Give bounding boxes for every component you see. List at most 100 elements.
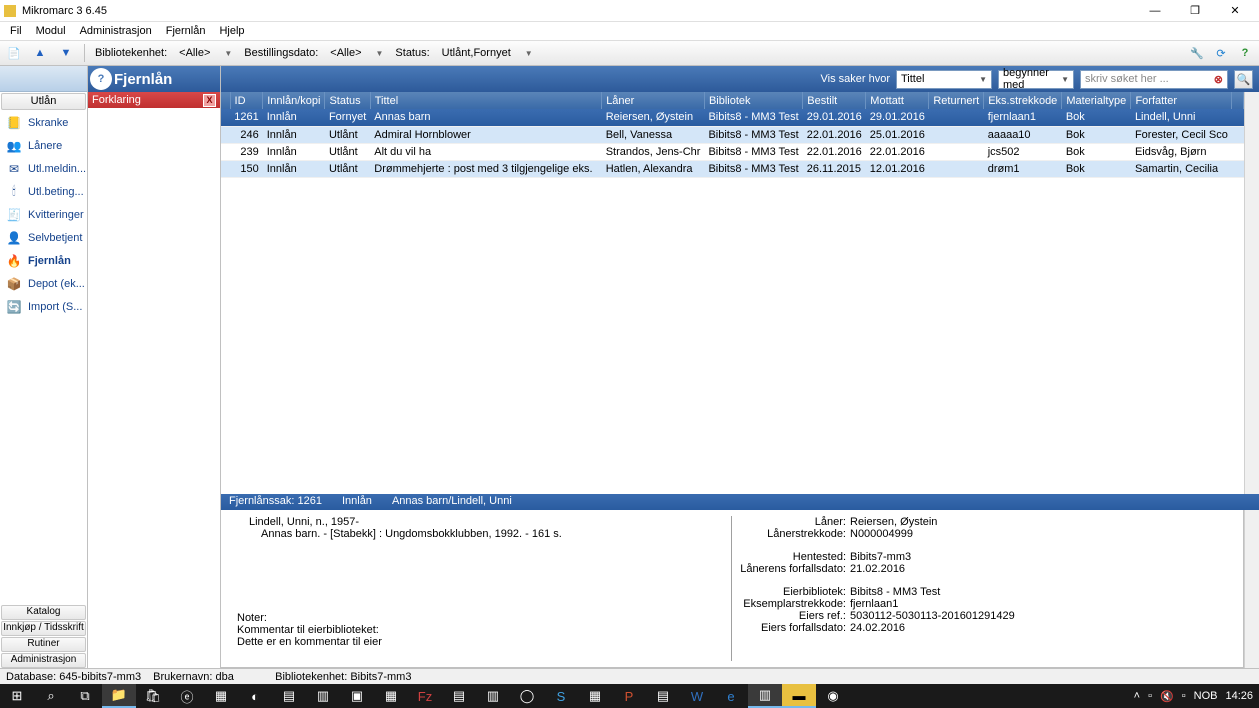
maximize-button[interactable]: ❐ [1175, 0, 1215, 22]
minimize-button[interactable]: — [1135, 0, 1175, 22]
search-input[interactable]: skriv søket her ...⊗ [1080, 70, 1228, 89]
tb-app9[interactable]: ▦ [578, 684, 612, 708]
settings-icon[interactable]: 🔧 [1187, 43, 1207, 63]
help-icon[interactable]: ? [1235, 43, 1255, 63]
nav-skranke[interactable]: 📒Skranke [0, 111, 87, 134]
refresh-icon[interactable]: ⟳ [1211, 43, 1231, 63]
nav-lanere[interactable]: 👥Lånere [0, 134, 87, 157]
col-strekkode[interactable]: Eks.strekkode [984, 92, 1062, 109]
tray-time[interactable]: 14:26 [1225, 690, 1253, 702]
window-title: Mikromarc 3 6.45 [22, 5, 1135, 17]
col-returnert[interactable]: Returnert [929, 92, 984, 109]
tb-app6[interactable]: ▦ [374, 684, 408, 708]
nav-fjernlan[interactable]: 🔥Fjernlån [0, 249, 87, 272]
statusbar: Database: 645-bibits7-mm3 Brukernavn: db… [0, 668, 1259, 684]
tray-net-icon[interactable]: ▫ [1182, 690, 1186, 702]
category-utlan[interactable]: Utlån [1, 93, 86, 110]
app-icon [4, 5, 16, 17]
row-selector-col[interactable] [221, 92, 230, 109]
arrow-up-icon[interactable]: ▲ [30, 43, 50, 63]
tb-chrome[interactable]: ◯ [510, 684, 544, 708]
col-forfatter[interactable]: Forfatter [1131, 92, 1232, 109]
start-button[interactable]: ⊞ [0, 684, 34, 708]
table-row[interactable]: 150InnlånUtlåntDrømmehjerte : post med 3… [221, 160, 1244, 177]
table-row[interactable]: 1261InnlånFornyetAnnas barnReiersen, Øys… [221, 109, 1244, 126]
tb-app[interactable]: ▦ [204, 684, 238, 708]
tb-app10[interactable]: ▤ [646, 684, 680, 708]
tb-edge[interactable]: e [714, 684, 748, 708]
search-button[interactable]: 🔍 [1234, 70, 1253, 89]
nav-kvitteringer[interactable]: 🧾Kvitteringer [0, 203, 87, 226]
nav-label: Utl.beting... [28, 186, 84, 198]
tb-word[interactable]: W [680, 684, 714, 708]
tray-up-icon[interactable]: ˄ [1134, 690, 1140, 702]
col-bibliotek[interactable]: Bibliotek [704, 92, 802, 109]
col-materialtype[interactable]: Materialtype [1062, 92, 1131, 109]
tb-filezilla[interactable]: Fz [408, 684, 442, 708]
tb-app7[interactable]: ▤ [442, 684, 476, 708]
dropdown-icon[interactable]: ▼ [220, 49, 236, 58]
tb-chrome2[interactable]: ◉ [816, 684, 850, 708]
menu-modul[interactable]: Modul [30, 24, 72, 38]
status-value[interactable]: Utlånt,Fornyet [438, 47, 515, 59]
clear-icon[interactable]: ⊗ [1214, 73, 1223, 86]
col-innlan[interactable]: Innlån/kopi [263, 92, 325, 109]
tray-lang[interactable]: NOB [1194, 690, 1218, 702]
close-button[interactable]: ✕ [1215, 0, 1255, 22]
taskview-icon[interactable]: ⧉ [68, 684, 102, 708]
tb-explorer[interactable]: 📁 [102, 684, 136, 708]
scrollbar-vertical[interactable] [1244, 92, 1259, 494]
scrollbar-vertical[interactable] [1244, 510, 1259, 668]
close-icon[interactable]: X [203, 94, 216, 107]
book-icon: 📒 [6, 115, 22, 131]
dropdown-icon[interactable]: ▼ [372, 49, 388, 58]
btn-katalog[interactable]: Katalog [1, 605, 86, 620]
search-icon[interactable]: ⌕ [34, 684, 68, 708]
tb-store[interactable]: 🛍 [136, 684, 170, 708]
field-select[interactable]: Tittel▼ [896, 70, 992, 89]
operator-select[interactable]: begynner med▼ [998, 70, 1074, 89]
tb-mikromarc[interactable]: ▬ [782, 684, 816, 708]
col-status[interactable]: Status [325, 92, 370, 109]
unit-value[interactable]: <Alle> [175, 47, 214, 59]
nav-depot[interactable]: 📦Depot (ek... [0, 272, 87, 295]
tb-pp[interactable]: P [612, 684, 646, 708]
menu-administrasjon[interactable]: Administrasjon [74, 24, 158, 38]
detail-field: Lånerstrekkode:N000004999 [740, 528, 1231, 540]
new-icon[interactable]: 📄 [4, 43, 24, 63]
detail-title: Annas barn/Lindell, Unni [392, 495, 512, 509]
tray-icon[interactable]: ▫ [1148, 690, 1152, 702]
tb-app4[interactable]: ▥ [306, 684, 340, 708]
arrow-down-icon[interactable]: ▼ [56, 43, 76, 63]
order-value[interactable]: <Alle> [326, 47, 365, 59]
dropdown-icon[interactable]: ▼ [521, 49, 537, 58]
vis-label: Vis saker hvor [821, 73, 891, 85]
btn-administrasjon[interactable]: Administrasjon [1, 653, 86, 668]
btn-innkjop[interactable]: Innkjøp / Tidsskrift [1, 621, 86, 636]
col-bestilt[interactable]: Bestilt [803, 92, 866, 109]
col-laner[interactable]: Låner [602, 92, 705, 109]
tb-app3[interactable]: ▤ [272, 684, 306, 708]
table-row[interactable]: 246InnlånUtlåntAdmiral HornblowerBell, V… [221, 126, 1244, 143]
nav-selvbetjent[interactable]: 👤Selvbetjent [0, 226, 87, 249]
menu-hjelp[interactable]: Hjelp [213, 24, 250, 38]
col-id[interactable]: ID [230, 92, 263, 109]
table-row[interactable]: 239InnlånUtlåntAlt du vil haStrandos, Je… [221, 143, 1244, 160]
col-tittel[interactable]: Tittel [370, 92, 601, 109]
nav-import[interactable]: 🔄Import (S... [0, 295, 87, 318]
tray-vol-icon[interactable]: 🔇 [1160, 690, 1174, 703]
tb-app8[interactable]: ▥ [476, 684, 510, 708]
nav-utlmeldin[interactable]: ✉Utl.meldin... [0, 157, 87, 180]
nav-utlbeting[interactable]: 🕯 Utl.beting... [0, 180, 87, 203]
candle-icon: 🕯 [6, 184, 22, 200]
tb-ie[interactable]: ⓔ [170, 684, 204, 708]
tb-app11[interactable]: ▥ [748, 684, 782, 708]
tb-app5[interactable]: ▣ [340, 684, 374, 708]
menu-fjernlan[interactable]: Fjernlån [160, 24, 212, 38]
menu-fil[interactable]: Fil [4, 24, 28, 38]
detail-field [740, 575, 1231, 586]
tb-skype[interactable]: S [544, 684, 578, 708]
col-mottatt[interactable]: Mottatt [866, 92, 929, 109]
tb-app2[interactable]: ◐ [238, 684, 272, 708]
btn-rutiner[interactable]: Rutiner [1, 637, 86, 652]
